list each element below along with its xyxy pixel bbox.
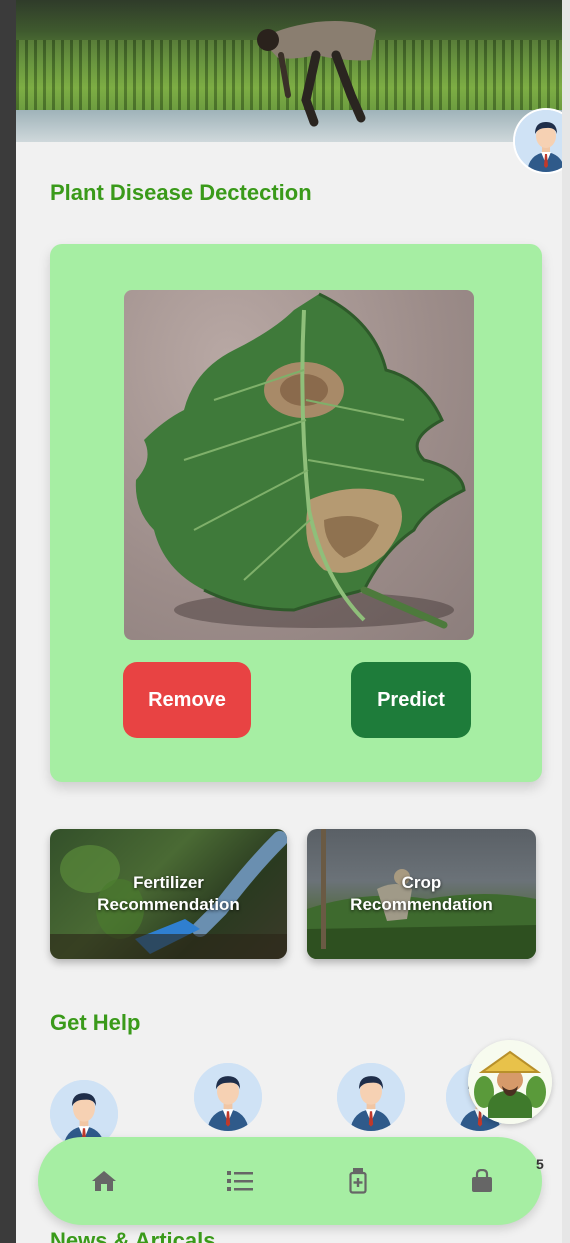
medicine-bottle-icon — [349, 1168, 367, 1194]
nav-medicine[interactable] — [340, 1163, 376, 1199]
news-articles-title: News & Articals — [50, 1228, 216, 1243]
predict-button[interactable]: Predict — [351, 662, 471, 738]
bottom-navigation-bar — [38, 1137, 542, 1225]
farmer-assistant-icon — [468, 1040, 552, 1124]
window-left-edge — [0, 0, 16, 1243]
farmer-planting-illustration — [257, 21, 376, 127]
avatar-man-icon — [337, 1063, 405, 1131]
fertilizer-recommendation-card[interactable]: Fertilizer Recommendation — [50, 829, 287, 959]
remove-button[interactable]: Remove — [123, 662, 251, 738]
avatar-man-icon — [194, 1063, 262, 1131]
disease-detection-card: Remove Predict — [50, 244, 542, 782]
help-contact-avatar[interactable] — [337, 1063, 405, 1131]
overlapping-text-fragment: 5 — [536, 1156, 544, 1172]
page-title: Plant Disease Dectection — [50, 180, 312, 205]
window-right-edge — [562, 0, 570, 1243]
help-contact-avatar[interactable] — [194, 1063, 262, 1131]
home-icon — [92, 1171, 116, 1191]
crop-recommendation-card[interactable]: Crop Recommendation — [307, 829, 536, 959]
diseased-leaf-illustration — [135, 292, 466, 629]
nav-shop[interactable] — [464, 1163, 500, 1199]
shopping-bag-icon — [472, 1169, 492, 1192]
get-help-title: Get Help — [50, 1010, 141, 1035]
nav-list[interactable] — [222, 1163, 258, 1199]
hero-banner-image — [16, 0, 562, 142]
crop-recommendation-label: Crop Recommendation — [350, 873, 493, 914]
list-icon — [227, 1171, 253, 1191]
fertilizer-recommendation-label: Fertilizer Recommendation — [97, 873, 240, 914]
farmer-assistant-button[interactable] — [468, 1040, 552, 1124]
app-screen: Plant Disease Dectection Remove Predict — [16, 0, 562, 1243]
avatar-man-icon — [515, 110, 562, 172]
nav-home[interactable] — [86, 1163, 122, 1199]
uploaded-leaf-image[interactable] — [124, 290, 474, 640]
